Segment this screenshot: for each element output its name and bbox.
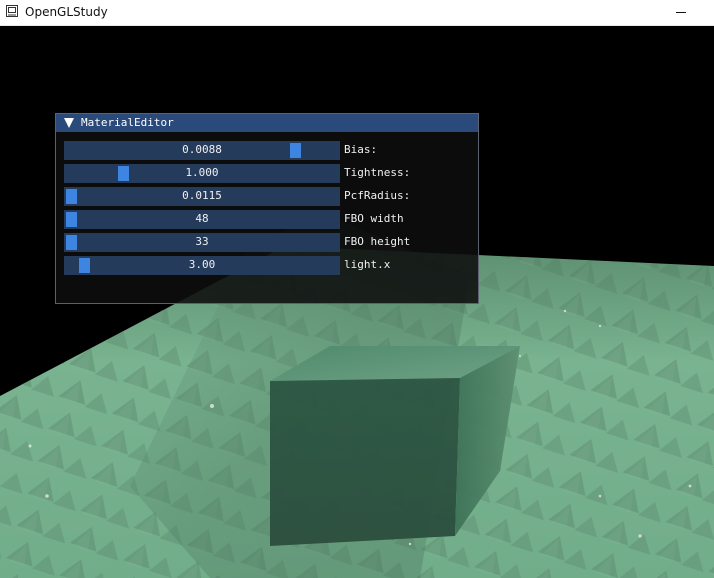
material-editor-title: MaterialEditor [81,116,174,129]
slider-row-fbo-height[interactable]: 33 FBO height [64,233,474,252]
minimize-button[interactable] [672,3,690,21]
slider-label: FBO height [344,235,411,248]
app-window-icon [6,5,18,17]
slider-row-tightness[interactable]: 1.000 Tightness: [64,164,474,183]
window-title: OpenGLStudy [25,5,108,19]
slider-grab[interactable] [118,166,130,181]
slider-grab[interactable] [79,258,91,273]
slider-grab[interactable] [66,212,77,227]
slider-grab[interactable] [290,143,302,158]
slider-track[interactable] [64,233,340,252]
slider-row-light-x[interactable]: 3.00 light.x [64,256,474,275]
slider-row-pcf-radius[interactable]: 0.0115 PcfRadius: [64,187,474,206]
slider-label: FBO width [344,212,404,225]
slider-track[interactable] [64,256,340,275]
slider-label: Tightness: [344,166,411,179]
slider-label: light.x [344,258,391,271]
slider-grab[interactable] [66,235,77,250]
slider-track[interactable] [64,164,340,183]
slider-row-bias[interactable]: 0.0088 Bias: [64,141,474,160]
slider-track[interactable] [64,187,340,206]
window-titlebar: OpenGLStudy [0,0,714,26]
material-editor-titlebar[interactable]: MaterialEditor [56,114,478,132]
slider-row-fbo-width[interactable]: 48 FBO width [64,210,474,229]
collapse-triangle-icon[interactable] [64,118,74,128]
material-editor-window[interactable]: MaterialEditor 0.0088 Bias: 1.000 Tightn… [55,113,479,304]
slider-label: Bias: [344,143,378,156]
opengl-viewport[interactable]: MaterialEditor 0.0088 Bias: 1.000 Tightn… [0,26,714,578]
app-window: OpenGLStudy MaterialEditor 0.0088 Bias: … [0,0,714,578]
slider-grab[interactable] [66,189,77,204]
slider-label: PcfRadius: [344,189,411,202]
slider-track[interactable] [64,210,340,229]
